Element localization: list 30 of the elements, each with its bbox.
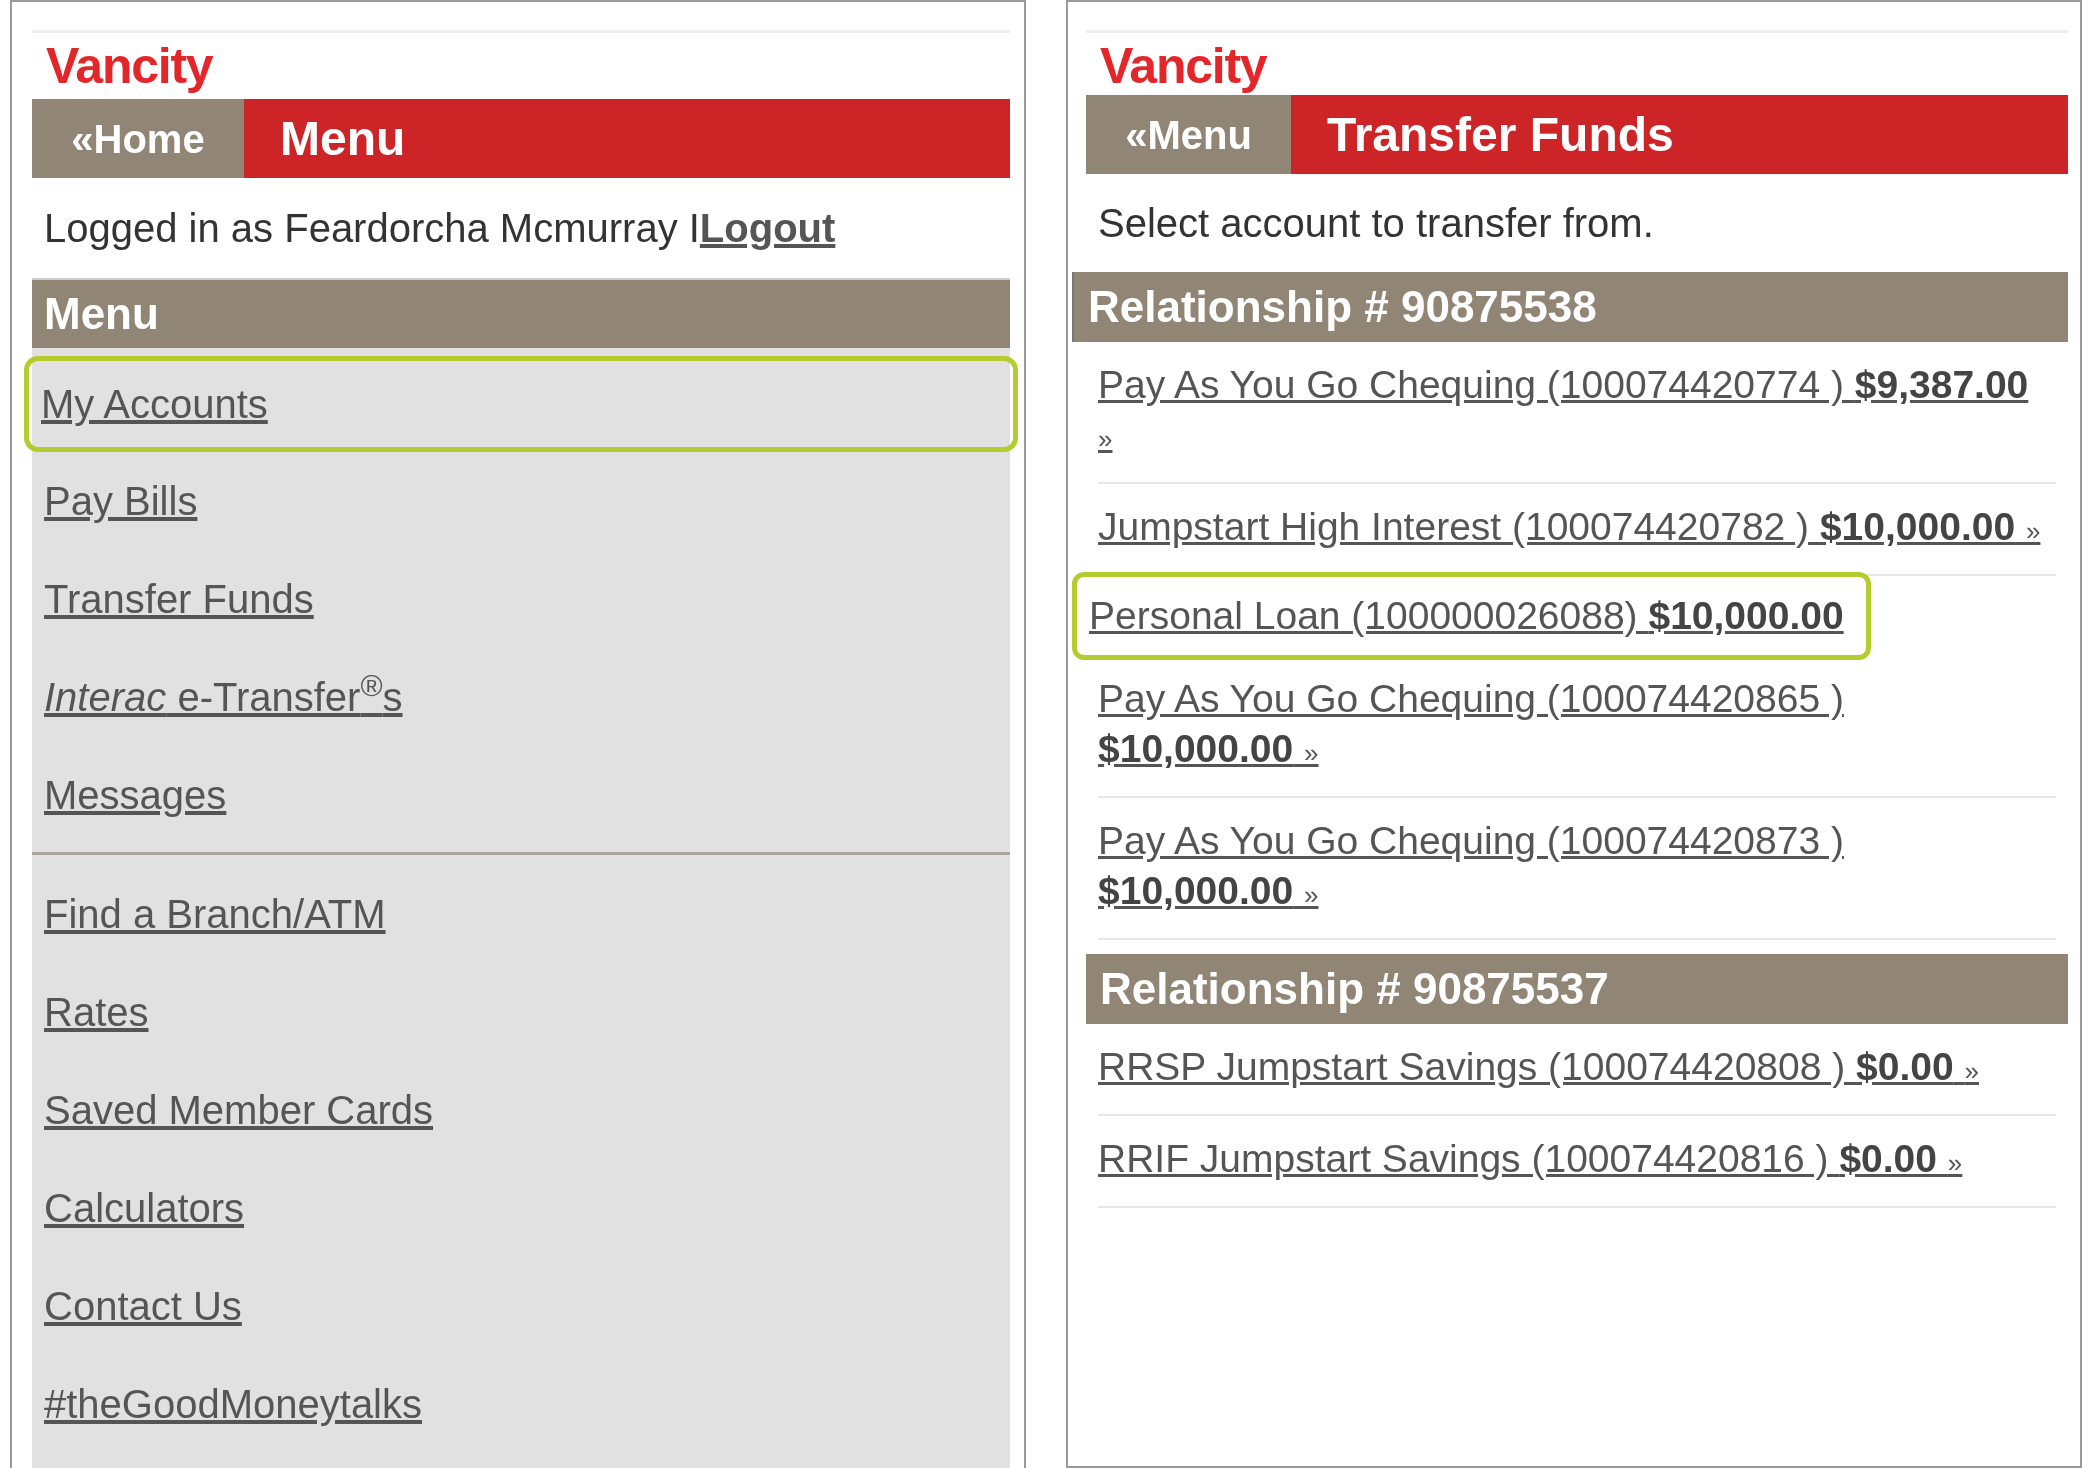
back-button[interactable]: «Home (32, 99, 244, 178)
menu-item[interactable]: Messages (32, 765, 239, 825)
menu-item[interactable]: Interac e-Transfer$^{®}$s (32, 667, 415, 727)
account-link[interactable]: RRSP Jumpstart Savings (100074420808 ) $0.00 » (1098, 1042, 2056, 1096)
account-link[interactable]: Pay As You Go Chequing (100074420865 ) $10,000.00 » (1098, 674, 2056, 778)
logo[interactable]: Vancity (1100, 41, 1267, 91)
menu-item[interactable]: #theGoodMoneytalks (32, 1374, 434, 1434)
menu-item[interactable]: Saved Member Cards (32, 1080, 446, 1140)
menu-item[interactable]: Rates (32, 982, 161, 1042)
menu-item[interactable]: Contact Us (32, 1276, 254, 1336)
logout-link[interactable]: Logout (699, 198, 836, 258)
instruction-text: Select account to transfer from. (1098, 200, 1654, 247)
menu-item[interactable]: Find a Branch/ATM (32, 884, 398, 944)
back-button[interactable]: «Menu (1086, 95, 1291, 174)
account-link[interactable]: RRIF Jumpstart Savings (100074420816 ) $0.00 » (1098, 1134, 2056, 1188)
menu-item[interactable]: Calculators (32, 1178, 257, 1238)
menu-item[interactable]: Transfer Funds (32, 569, 326, 629)
menu-item[interactable]: My Accounts (29, 374, 280, 434)
account-link[interactable]: Jumpstart High Interest (100074420782 ) $10,000.00 » (1098, 502, 2056, 556)
relationship-heading: Relationship # 90875537 (1100, 963, 1609, 1015)
account-link[interactable]: Pay As You Go Chequing (100074420774 ) $9,387.00 » (1098, 360, 2056, 464)
page-title: Menu (280, 110, 406, 167)
section-heading: Menu (44, 288, 159, 340)
page-title: Transfer Funds (1327, 106, 1674, 163)
relationship-heading: Relationship # 90875538 (1088, 281, 1597, 333)
account-link[interactable]: Pay As You Go Chequing (100074420873 ) $10,000.00 » (1098, 816, 2056, 920)
logo[interactable]: Vancity (46, 41, 213, 91)
account-link[interactable]: Personal Loan (100000026088) $10,000.00 (1089, 591, 1854, 641)
menu-item[interactable]: Pay Bills (32, 471, 210, 531)
login-status: Logged in as Feardorcha Mcmurray I (44, 205, 700, 252)
